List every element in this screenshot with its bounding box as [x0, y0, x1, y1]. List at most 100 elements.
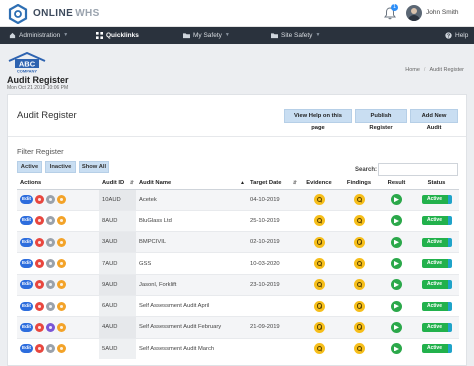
audit-register-panel: Audit Register View Help on this page Pu…	[7, 94, 467, 366]
nav-item-site-safety[interactable]: Site Safety ▼	[271, 27, 320, 44]
result-play-icon[interactable]	[391, 321, 402, 333]
status-badge[interactable]: Active	[421, 195, 452, 205]
breadcrumb-home[interactable]: Home	[405, 67, 420, 73]
help-label: Help	[455, 32, 469, 39]
column-header-audit-id[interactable]: Audit ID ⇵	[99, 178, 136, 190]
help-link[interactable]: ? Help	[445, 27, 468, 44]
evidence-search-icon[interactable]	[313, 300, 325, 312]
upload-icon[interactable]	[57, 216, 66, 226]
nav-item-my-safety[interactable]: My Safety ▼	[183, 27, 230, 44]
findings-search-icon[interactable]	[353, 279, 365, 291]
delete-icon[interactable]	[35, 301, 44, 311]
upload-icon[interactable]	[57, 301, 66, 311]
evidence-search-icon[interactable]	[313, 236, 325, 248]
column-header-audit-name[interactable]: Audit Name ▲	[136, 178, 247, 190]
upload-icon[interactable]	[57, 195, 66, 205]
delete-icon[interactable]	[35, 280, 44, 290]
status-badge[interactable]: Active	[421, 301, 452, 311]
user-icon[interactable]	[46, 322, 55, 332]
evidence-search-icon[interactable]	[313, 215, 325, 227]
add-new-audit-button[interactable]: Add New Audit	[410, 109, 458, 131]
column-header-result[interactable]: Result	[379, 178, 414, 190]
delete-icon[interactable]	[35, 259, 44, 269]
user-name[interactable]: John Smith	[426, 9, 459, 16]
delete-icon[interactable]	[35, 195, 44, 205]
page-header: ABC COMPANY Audit Register Mon Oct 21 20…	[0, 44, 474, 94]
publish-register-button[interactable]: Publish Register	[355, 109, 407, 131]
edit-button[interactable]: Edit	[20, 301, 33, 311]
edit-button[interactable]: Edit	[20, 322, 33, 332]
result-play-icon[interactable]	[391, 258, 402, 270]
status-badge[interactable]: Active	[421, 322, 452, 332]
status-badge[interactable]: Active	[421, 280, 452, 290]
column-header-status[interactable]: Status	[414, 178, 459, 190]
evidence-search-icon[interactable]	[313, 279, 325, 291]
notification-badge: 1	[391, 4, 398, 11]
user-icon[interactable]	[46, 259, 55, 269]
column-header-target-date[interactable]: Target Date ⇵	[247, 178, 299, 190]
edit-button[interactable]: Edit	[20, 216, 33, 226]
evidence-search-icon[interactable]	[313, 194, 325, 206]
evidence-search-icon[interactable]	[313, 343, 325, 355]
findings-search-icon[interactable]	[353, 321, 365, 333]
user-icon[interactable]	[46, 301, 55, 311]
filter-active-button[interactable]: Active	[17, 161, 42, 173]
upload-icon[interactable]	[57, 280, 66, 290]
user-icon[interactable]	[46, 237, 55, 247]
user-icon[interactable]	[46, 216, 55, 226]
findings-search-icon[interactable]	[353, 236, 365, 248]
filter-show-all-button[interactable]: Show All	[79, 161, 109, 173]
row-actions: Edit	[17, 216, 99, 226]
search-input[interactable]	[378, 163, 458, 176]
filter-title: Filter Register	[17, 147, 64, 156]
view-help-button[interactable]: View Help on this page	[284, 109, 352, 131]
findings-search-icon[interactable]	[353, 194, 365, 206]
edit-button[interactable]: Edit	[20, 280, 33, 290]
column-header-findings[interactable]: Findings	[339, 178, 379, 190]
user-icon[interactable]	[46, 344, 55, 354]
findings-search-icon[interactable]	[353, 300, 365, 312]
nav-item-administration[interactable]: Administration ▼	[9, 27, 68, 44]
audit-id-cell: 7AUD	[99, 252, 136, 275]
status-badge[interactable]: Active	[421, 259, 452, 269]
result-play-icon[interactable]	[391, 343, 402, 355]
result-play-icon[interactable]	[391, 279, 402, 291]
status-badge[interactable]: Active	[421, 216, 452, 226]
delete-icon[interactable]	[35, 344, 44, 354]
upload-icon[interactable]	[57, 259, 66, 269]
result-cell	[379, 294, 414, 317]
upload-icon[interactable]	[57, 322, 66, 332]
edit-button[interactable]: Edit	[20, 344, 33, 354]
user-icon[interactable]	[46, 280, 55, 290]
delete-icon[interactable]	[35, 237, 44, 247]
result-play-icon[interactable]	[391, 194, 402, 206]
status-badge[interactable]: Active	[421, 237, 452, 247]
result-play-icon[interactable]	[391, 300, 402, 312]
findings-search-icon[interactable]	[353, 343, 365, 355]
status-indicator	[447, 237, 452, 247]
edit-button[interactable]: Edit	[20, 195, 33, 205]
delete-icon[interactable]	[35, 322, 44, 332]
findings-search-icon[interactable]	[353, 258, 365, 270]
result-play-icon[interactable]	[391, 215, 402, 227]
edit-button[interactable]: Edit	[20, 259, 33, 269]
nav-item-quicklinks[interactable]: Quicklinks	[96, 27, 139, 44]
status-cell: Active	[414, 337, 459, 360]
result-play-icon[interactable]	[391, 236, 402, 248]
user-icon[interactable]	[46, 195, 55, 205]
findings-search-icon[interactable]	[353, 215, 365, 227]
status-cell: Active	[414, 316, 459, 339]
filter-inactive-button[interactable]: Inactive	[45, 161, 76, 173]
column-header-evidence[interactable]: Evidence	[299, 178, 339, 190]
edit-button[interactable]: Edit	[20, 237, 33, 247]
evidence-search-icon[interactable]	[313, 258, 325, 270]
evidence-search-icon[interactable]	[313, 321, 325, 333]
avatar[interactable]	[406, 5, 422, 21]
delete-icon[interactable]	[35, 216, 44, 226]
status-label: Active	[421, 301, 448, 311]
upload-icon[interactable]	[57, 237, 66, 247]
status-badge[interactable]: Active	[421, 344, 452, 354]
upload-icon[interactable]	[57, 344, 66, 354]
evidence-cell	[299, 231, 339, 253]
evidence-cell	[299, 252, 339, 275]
